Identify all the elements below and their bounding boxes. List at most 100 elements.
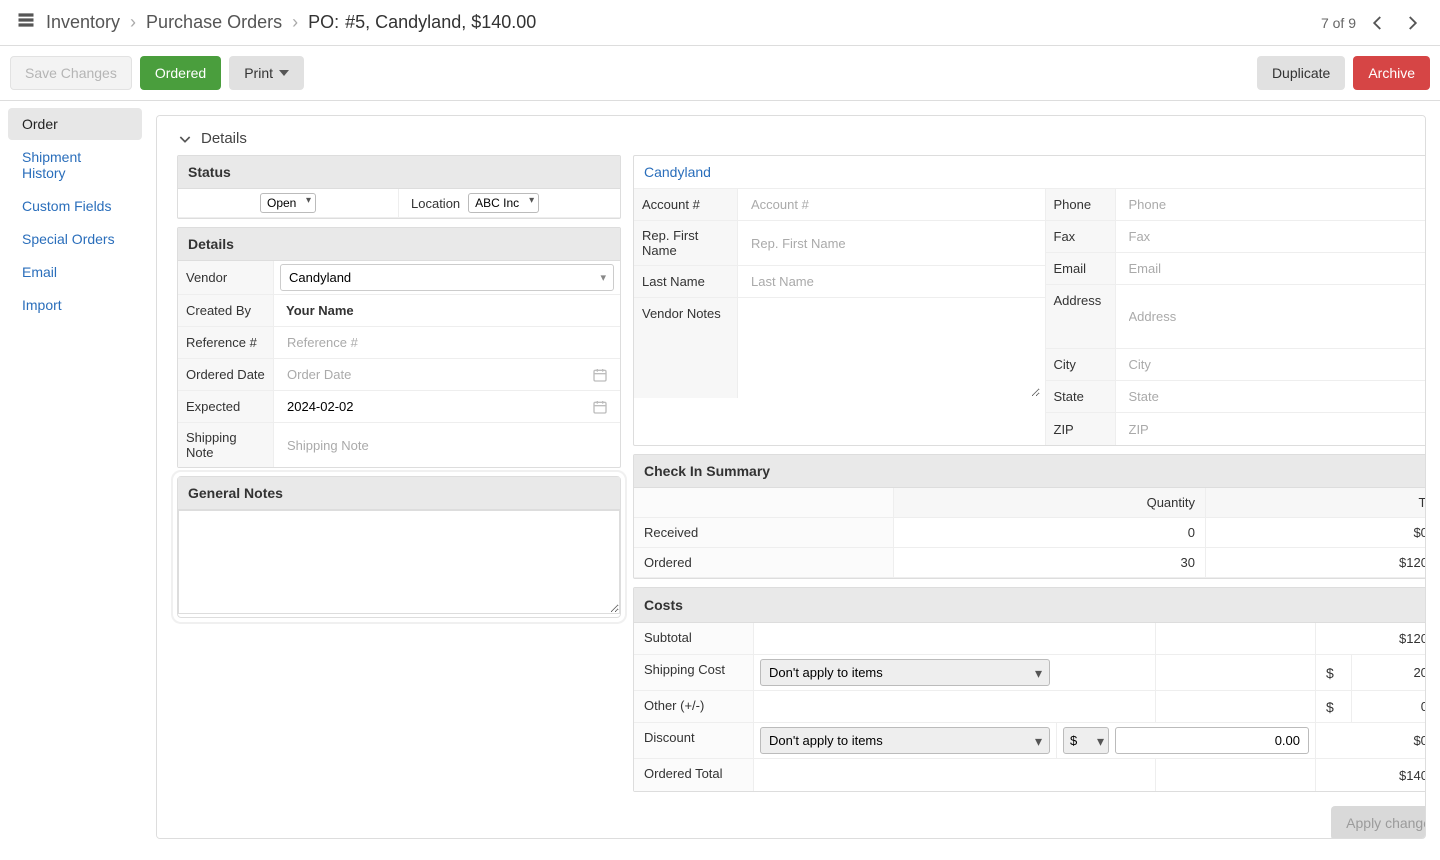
vendor-select[interactable]: Candyland (280, 264, 614, 291)
location-select[interactable]: ABC Inc (468, 193, 539, 213)
details-toggle-label: Details (201, 130, 247, 147)
sidebar-item-order[interactable]: Order (8, 108, 142, 140)
pager: 7 of 9 (1321, 11, 1424, 35)
discount-currency-select-wrap[interactable]: $ (1063, 727, 1109, 754)
last-name-label: Last Name (634, 266, 738, 297)
pager-next-button[interactable] (1400, 11, 1424, 35)
status-header: Status (178, 156, 620, 189)
rep-first-label: Rep. First Name (634, 221, 738, 265)
sidebar-item-shipment-history[interactable]: Shipment History (8, 141, 142, 189)
state-label: State (1046, 381, 1116, 412)
vendor-label: Vendor (178, 261, 274, 294)
check-in-header-label: Check In Summary (644, 463, 770, 479)
general-notes-input[interactable] (178, 510, 620, 614)
vendor-notes-input[interactable] (742, 298, 1041, 398)
rep-first-input[interactable] (744, 231, 1039, 256)
shipping-apply-select-wrap[interactable]: Don't apply to items (760, 659, 1050, 686)
other-currency: $ (1316, 691, 1352, 722)
details-panel: Details Vendor Candyland (177, 227, 621, 468)
sum-row-ordered: Ordered 30 $120.00 (634, 548, 1426, 578)
pager-prev-button[interactable] (1366, 11, 1390, 35)
reference-input[interactable] (280, 330, 614, 355)
breadcrumb-current-prefix: PO: (308, 12, 339, 33)
expected-input[interactable] (280, 394, 614, 419)
status-panel: Status Open Location (177, 155, 621, 219)
costs-header: Costs ? (634, 588, 1426, 623)
discount-apply-select-wrap[interactable]: Don't apply to items (760, 727, 1050, 754)
sidebar-item-import[interactable]: Import (8, 289, 142, 321)
reference-label: Reference # (178, 327, 274, 358)
discount-total: $0.00 (1316, 723, 1426, 758)
location-label: Location (411, 196, 460, 211)
sum-ordered-qty: 30 (894, 548, 1206, 577)
created-by-value: Your Name (280, 299, 360, 322)
state-input[interactable] (1122, 384, 1427, 409)
vendor-select-wrap[interactable]: Candyland (280, 264, 614, 291)
details-toggle[interactable]: Details (177, 130, 1405, 147)
discount-input[interactable] (1115, 727, 1309, 754)
costs-header-label: Costs (644, 597, 683, 613)
print-label: Print (244, 65, 273, 81)
apply-changes-button: Apply changes (1331, 806, 1426, 839)
shipping-note-label: Shipping Note (178, 423, 274, 467)
sidebar-item-email[interactable]: Email (8, 256, 142, 288)
duplicate-button[interactable]: Duplicate (1257, 56, 1345, 90)
content-panel: Details Status Open (156, 115, 1426, 839)
fax-label: Fax (1046, 221, 1116, 252)
general-notes-header: General Notes (178, 477, 620, 510)
address-label: Address (1046, 285, 1116, 348)
last-name-input[interactable] (744, 269, 1039, 294)
shipping-note-input[interactable] (280, 433, 614, 458)
costs-panel: Costs ? Subtotal $120.00 Shipping Cost (633, 587, 1426, 792)
vendor-info-panel: Candyland Account # Rep. First Name (633, 155, 1426, 446)
print-button[interactable]: Print (229, 56, 304, 90)
cost-subtotal-row: Subtotal $120.00 (634, 623, 1426, 655)
phone-input[interactable] (1122, 192, 1427, 217)
email-input[interactable] (1122, 256, 1427, 281)
ordered-button[interactable]: Ordered (140, 56, 221, 90)
zip-input[interactable] (1122, 417, 1427, 442)
city-input[interactable] (1122, 352, 1427, 377)
subtotal-value: $120.00 (1316, 623, 1426, 654)
calendar-icon[interactable] (592, 399, 608, 415)
calendar-icon[interactable] (592, 367, 608, 383)
fax-input[interactable] (1122, 224, 1427, 249)
cost-shipping-row: Shipping Cost Don't apply to items $ (634, 655, 1426, 691)
sum-col-qty: Quantity (894, 488, 1206, 517)
cost-other-row: Other (+/-) $ 0.00 (634, 691, 1426, 723)
discount-label: Discount (634, 723, 754, 758)
address-input[interactable] (1122, 304, 1427, 329)
save-button: Save Changes (10, 56, 132, 90)
status-select-wrap[interactable]: Open (260, 193, 316, 213)
cost-discount-row: Discount Don't apply to items (634, 723, 1426, 759)
sum-row-received: Received 0 $0.00 (634, 518, 1426, 548)
status-select[interactable]: Open (260, 193, 316, 213)
other-label: Other (+/-) (634, 691, 754, 722)
account-input[interactable] (744, 192, 1039, 217)
sidebar: Order Shipment History Custom Fields Spe… (0, 101, 150, 853)
breadcrumb-inventory[interactable]: Inventory (46, 12, 120, 33)
discount-currency-select[interactable]: $ (1063, 727, 1109, 754)
vendor-link[interactable]: Candyland (644, 164, 711, 180)
ordered-date-input[interactable] (280, 362, 614, 387)
discount-apply-select[interactable]: Don't apply to items (760, 727, 1050, 754)
check-in-summary: Check In Summary Quantity Total Received… (633, 454, 1426, 579)
breadcrumb-purchase-orders[interactable]: Purchase Orders (146, 12, 282, 33)
ordered-total-value: $140.00 (1316, 759, 1426, 791)
city-label: City (1046, 349, 1116, 380)
chevron-right-icon: › (292, 12, 298, 33)
expected-label: Expected (178, 391, 274, 422)
created-by-label: Created By (178, 295, 274, 326)
sidebar-item-special-orders[interactable]: Special Orders (8, 223, 142, 255)
shipping-apply-select[interactable]: Don't apply to items (760, 659, 1050, 686)
ordered-total-label: Ordered Total (634, 759, 754, 791)
breadcrumb: Inventory › Purchase Orders › PO: #5, Ca… (16, 10, 536, 35)
sum-col-empty (634, 488, 894, 517)
storage-icon (16, 10, 36, 35)
topbar: Inventory › Purchase Orders › PO: #5, Ca… (0, 0, 1440, 46)
shipping-label: Shipping Cost (634, 655, 754, 690)
archive-button[interactable]: Archive (1353, 56, 1430, 90)
location-select-wrap[interactable]: ABC Inc (468, 193, 539, 213)
sidebar-item-custom-fields[interactable]: Custom Fields (8, 190, 142, 222)
shipping-currency: $ (1316, 655, 1352, 690)
